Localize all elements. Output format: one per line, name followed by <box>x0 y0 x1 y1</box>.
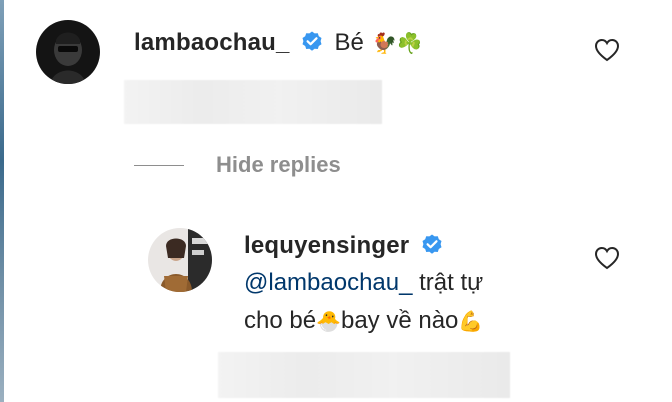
avatar-lequyensinger[interactable] <box>148 228 212 292</box>
verified-badge-icon <box>300 30 324 54</box>
reply-text: @lambaochau_ trật tự cho bé🐣bay về nào💪 <box>244 264 483 341</box>
comment-meta-blurred <box>124 80 382 124</box>
window-edge <box>0 0 4 402</box>
comment-username[interactable]: lambaochau_ <box>134 29 290 56</box>
replies-divider-line <box>134 165 184 166</box>
comment-emojis: 🐓☘️ <box>372 33 423 55</box>
comment-text: Bé <box>334 29 364 56</box>
reply-line-1: @lambaochau_ trật tự <box>244 264 483 302</box>
reply-text-line1: trật tự <box>412 269 484 296</box>
reply-header: lequyensinger <box>244 232 444 260</box>
muscle-emoji-icon: 💪 <box>458 311 484 333</box>
reply-meta-blurred <box>218 352 510 398</box>
avatar-lambaochau[interactable] <box>36 20 100 84</box>
reply-text-line2b: bay về nào <box>340 307 459 334</box>
reply-line-2: cho bé🐣bay về nào💪 <box>244 302 483 341</box>
like-heart-icon[interactable] <box>594 38 620 62</box>
reply-username[interactable]: lequyensinger <box>244 232 409 259</box>
comment-header: lambaochau_ Bé 🐓☘️ <box>134 24 422 62</box>
reply-mention-link[interactable]: @lambaochau_ <box>244 269 412 296</box>
chick-emoji-icon: 🐣 <box>316 311 341 333</box>
verified-badge-icon <box>420 233 444 257</box>
hide-replies-label: Hide replies <box>216 152 341 177</box>
reply-text-line2a: cho bé <box>244 307 317 334</box>
reply-like-heart-icon[interactable] <box>594 246 620 270</box>
